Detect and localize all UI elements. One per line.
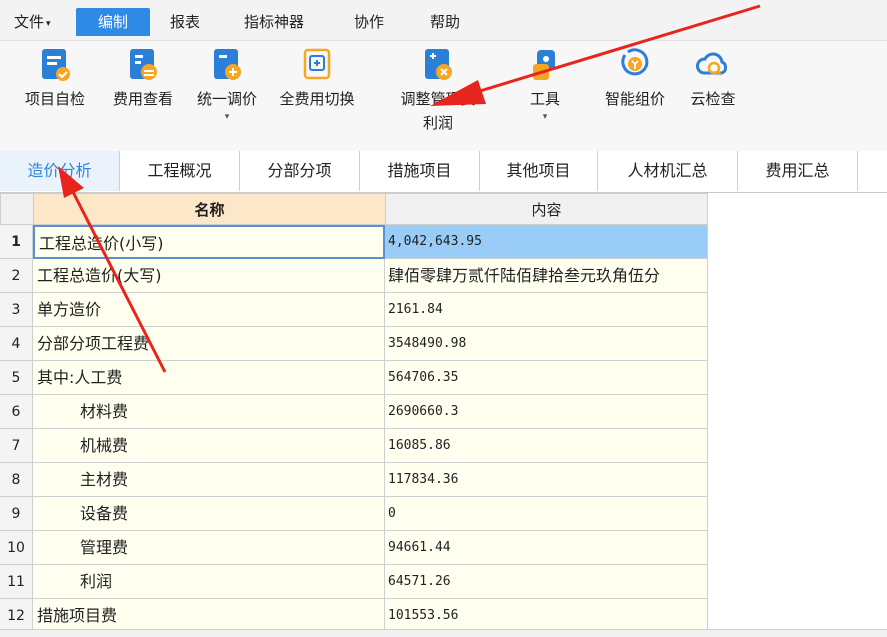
value-cell[interactable]: 3548490.98 bbox=[385, 327, 708, 361]
tab-fee-summary[interactable]: 费用汇总 bbox=[738, 151, 858, 191]
tab-project-overview[interactable]: 工程概况 bbox=[120, 151, 240, 191]
row-number: 2 bbox=[0, 259, 33, 293]
row-number: 3 bbox=[0, 293, 33, 327]
table-row[interactable]: 1 工程总造价(小写) 4,042,643.95 bbox=[0, 225, 708, 259]
value-cell[interactable]: 564706.35 bbox=[385, 361, 708, 395]
menu-collaborate[interactable]: 协作 bbox=[348, 8, 390, 36]
cloud-check-icon bbox=[696, 52, 728, 76]
value-cell[interactable]: 2690660.3 bbox=[385, 395, 708, 429]
menu-indicator[interactable]: 指标神器 bbox=[238, 8, 310, 36]
tab-sub-items[interactable]: 分部分项 bbox=[240, 151, 360, 191]
menu-bar: 文件 ▾ 编制 报表 指标神器 协作 帮助 bbox=[0, 0, 887, 40]
unified-price-button[interactable]: 统一调价 ▾ bbox=[188, 47, 266, 123]
project-check-button[interactable]: 项目自检 bbox=[18, 47, 92, 111]
menu-report[interactable]: 报表 bbox=[164, 8, 206, 36]
smart-price-button[interactable]: 智能组价 bbox=[596, 47, 674, 111]
name-cell[interactable]: 单方造价 bbox=[33, 293, 385, 327]
value-cell[interactable]: 0 bbox=[385, 497, 708, 531]
tab-labor-material-summary[interactable]: 人材机汇总 bbox=[598, 151, 738, 191]
tab-other-items[interactable]: 其他项目 bbox=[480, 151, 598, 191]
row-number-header bbox=[0, 193, 34, 225]
name-cell[interactable]: 设备费 bbox=[33, 497, 385, 531]
row-number: 1 bbox=[0, 225, 33, 259]
tab-measures[interactable]: 措施项目 bbox=[360, 151, 480, 191]
value-cell[interactable]: 64571.26 bbox=[385, 565, 708, 599]
table-row[interactable]: 12 措施项目费 101553.56 bbox=[0, 599, 708, 629]
full-fee-switch-icon bbox=[303, 48, 331, 80]
ribbon-toolbar: 项目自检 费用查看 统一调价 ▾ 全费用切换 调整管理费 利润 工具 ▾ 智能组… bbox=[0, 40, 887, 152]
row-number: 11 bbox=[0, 565, 33, 599]
name-cell[interactable]: 工程总造价(小写) bbox=[33, 225, 385, 259]
row-number: 6 bbox=[0, 395, 33, 429]
table-row[interactable]: 3 单方造价 2161.84 bbox=[0, 293, 708, 327]
column-header-content[interactable]: 内容 bbox=[385, 193, 708, 225]
table-row[interactable]: 10 管理费 94661.44 bbox=[0, 531, 708, 565]
table-row[interactable]: 7 机械费 16085.86 bbox=[0, 429, 708, 463]
fee-view-icon bbox=[130, 49, 157, 80]
value-cell[interactable]: 117834.36 bbox=[385, 463, 708, 497]
full-fee-switch-button[interactable]: 全费用切换 bbox=[270, 47, 364, 111]
tools-icon bbox=[533, 50, 555, 80]
menu-edit[interactable]: 编制 bbox=[76, 8, 150, 36]
value-cell[interactable]: 16085.86 bbox=[385, 429, 708, 463]
chevron-down-icon[interactable]: ▾ bbox=[520, 111, 570, 123]
value-cell[interactable]: 101553.56 bbox=[385, 599, 708, 629]
row-number: 9 bbox=[0, 497, 33, 531]
menu-help[interactable]: 帮助 bbox=[424, 8, 466, 36]
value-cell[interactable]: 94661.44 bbox=[385, 531, 708, 565]
name-cell[interactable]: 措施项目费 bbox=[33, 599, 385, 629]
fee-view-button[interactable]: 费用查看 bbox=[106, 47, 180, 111]
table-row[interactable]: 8 主材费 117834.36 bbox=[0, 463, 708, 497]
name-cell[interactable]: 主材费 bbox=[33, 463, 385, 497]
row-number: 5 bbox=[0, 361, 33, 395]
name-cell[interactable]: 机械费 bbox=[33, 429, 385, 463]
unified-price-icon bbox=[214, 49, 241, 80]
table-row[interactable]: 5 其中:人工费 564706.35 bbox=[0, 361, 708, 395]
adjust-fee-icon bbox=[425, 49, 452, 80]
adjust-fee-profit-button[interactable]: 调整管理费 利润 bbox=[390, 47, 486, 135]
table-row[interactable]: 11 利润 64571.26 bbox=[0, 565, 708, 599]
name-cell[interactable]: 利润 bbox=[33, 565, 385, 599]
table-row[interactable]: 2 工程总造价(大写) 肆佰零肆万贰仟陆佰肆拾叁元玖角伍分 bbox=[0, 259, 708, 293]
value-cell[interactable]: 2161.84 bbox=[385, 293, 708, 327]
row-number: 10 bbox=[0, 531, 33, 565]
smart-price-icon bbox=[621, 48, 649, 76]
row-number: 4 bbox=[0, 327, 33, 361]
chevron-down-icon: ▾ bbox=[46, 19, 51, 29]
tools-button[interactable]: 工具 ▾ bbox=[520, 47, 570, 123]
name-cell[interactable]: 分部分项工程费 bbox=[33, 327, 385, 361]
table-row[interactable]: 6 材料费 2690660.3 bbox=[0, 395, 708, 429]
chevron-down-icon[interactable]: ▾ bbox=[188, 111, 266, 123]
menu-file[interactable]: 文件 ▾ bbox=[8, 8, 57, 36]
row-number: 7 bbox=[0, 429, 33, 463]
table-row[interactable]: 4 分部分项工程费 3548490.98 bbox=[0, 327, 708, 361]
value-cell[interactable]: 4,042,643.95 bbox=[385, 225, 708, 259]
name-cell[interactable]: 其中:人工费 bbox=[33, 361, 385, 395]
column-header-name[interactable]: 名称 bbox=[33, 193, 386, 225]
cloud-check-button[interactable]: 云检查 bbox=[682, 47, 744, 111]
tab-cost-analysis[interactable]: 造价分析 bbox=[0, 151, 120, 191]
table-row[interactable]: 9 设备费 0 bbox=[0, 497, 708, 531]
value-cell[interactable]: 肆佰零肆万贰仟陆佰肆拾叁元玖角伍分 bbox=[385, 259, 708, 293]
row-number: 8 bbox=[0, 463, 33, 497]
name-cell[interactable]: 材料费 bbox=[33, 395, 385, 429]
row-number: 12 bbox=[0, 599, 33, 629]
name-cell[interactable]: 工程总造价(大写) bbox=[33, 259, 385, 293]
project-check-icon bbox=[42, 49, 70, 81]
name-cell[interactable]: 管理费 bbox=[33, 531, 385, 565]
tab-bar: 造价分析 工程概况 分部分项 措施项目 其他项目 人材机汇总 费用汇总 bbox=[0, 151, 887, 193]
